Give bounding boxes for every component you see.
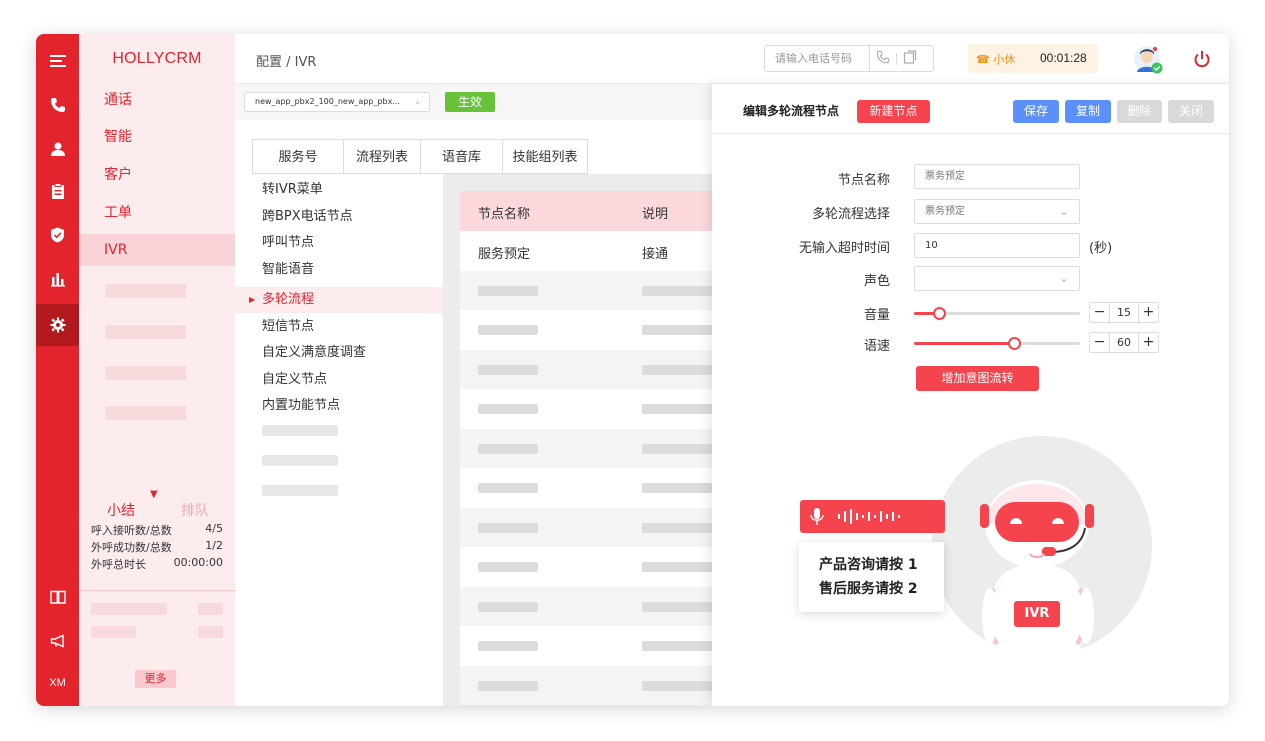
column-header: 节点名称 (478, 207, 531, 222)
voice-message-bubble (800, 500, 945, 533)
menu-icon[interactable] (36, 42, 79, 80)
placeholder-bar (198, 626, 223, 638)
sidebar-item-call[interactable]: 通话 (79, 84, 235, 116)
tree-item[interactable]: 智能语音 (235, 257, 443, 283)
brand-logo: HOLLYCRM (112, 50, 202, 67)
prompt-line: 产品咨询请按 1 (819, 557, 918, 573)
ivr-prompt-bubble: 产品咨询请按 1 售后服务请按 2 (799, 542, 944, 612)
placeholder-bar (105, 325, 186, 339)
sidebar: HOLLYCRM 通话 智能 客户 工单 IVR 小结 ▼ 排队 呼入接听数/总… (79, 34, 235, 706)
megaphone-icon[interactable] (36, 622, 79, 660)
top-header: 配置 / IVR ☎ 小休 00:01:28 (235, 34, 1229, 84)
gear-icon[interactable] (36, 304, 79, 346)
placeholder-bar (91, 626, 136, 638)
bar-chart-icon[interactable] (36, 260, 79, 298)
node-table: 节点名称 说明 服务预定 接通 (460, 191, 712, 705)
tree-item[interactable]: 自定义满意度调查 (235, 340, 443, 366)
placeholder-bar (262, 425, 338, 436)
table-cell: 服务预定 (478, 247, 531, 262)
ivr-badge: IVR (1024, 606, 1050, 621)
phone-number-input[interactable] (765, 52, 869, 65)
clipboard-icon[interactable] (36, 172, 79, 210)
user-initials[interactable]: XM (36, 664, 79, 702)
prompt-line: 售后服务请按 2 (819, 581, 918, 597)
stats-row: 外呼总时长 00:00:00 (91, 556, 223, 571)
phone-dial-box (764, 45, 934, 72)
tab-queue[interactable]: 排队 (181, 500, 209, 520)
chevron-down-icon: ⌄ (414, 97, 421, 106)
table-row-placeholder (460, 310, 712, 350)
transfer-icon[interactable] (903, 49, 917, 68)
app-window: XM HOLLYCRM 通话 智能 客户 工单 IVR 小结 ▼ 排队 呼入接听… (36, 34, 1229, 706)
placeholder-bar (105, 366, 186, 380)
ivr-robot-illustration (932, 436, 1152, 666)
config-tabs: 服务号 流程列表 语音库 技能组列表 (252, 139, 588, 174)
avatar[interactable] (1133, 45, 1163, 75)
tab-flow-list[interactable]: 流程列表 (344, 139, 421, 174)
stats-row: 呼入接听数/总数 4/5 (91, 522, 223, 537)
power-icon[interactable] (1193, 50, 1211, 72)
table-row-placeholder (460, 547, 712, 587)
table-row-placeholder (460, 270, 712, 310)
table-header: 节点名称 说明 (460, 191, 712, 231)
table-row-placeholder (460, 507, 712, 547)
table-row-placeholder (460, 389, 712, 429)
placeholder-bar (105, 284, 186, 298)
tree-item[interactable]: 短信节点 (235, 314, 443, 340)
table-row-placeholder (460, 626, 712, 666)
placeholder-bar (198, 603, 223, 615)
config-toolbar: new_app_pbx2_100_new_app_pbx... ⌄ 生效 (235, 84, 712, 120)
caret-right-icon: ▶ (249, 295, 256, 304)
table-row-placeholder (460, 665, 712, 705)
tab-summary[interactable]: 小结 (107, 500, 135, 520)
more-button[interactable]: 更多 (135, 670, 176, 688)
breadcrumb: 配置 / IVR (256, 55, 317, 70)
phone-icon[interactable] (36, 86, 79, 124)
book-icon[interactable] (36, 578, 79, 616)
tree-item[interactable]: 转IVR菜单 (235, 177, 443, 203)
sidebar-item-ticket[interactable]: 工单 (79, 197, 235, 229)
placeholder-bar (262, 455, 338, 466)
tab-voice-library[interactable]: 语音库 (421, 139, 503, 174)
stats-row: 外呼成功数/总数 1/2 (91, 539, 223, 554)
node-table-area: 节点名称 说明 服务预定 接通 (443, 174, 712, 706)
tab-service-number[interactable]: 服务号 (252, 139, 344, 174)
status-label: ☎ 小休 (976, 53, 1016, 66)
call-timer: 00:01:28 (1040, 51, 1087, 65)
tree-item[interactable]: 内置功能节点 (235, 393, 443, 419)
apply-button[interactable]: 生效 (445, 92, 495, 112)
tree-item[interactable]: 呼叫节点 (235, 230, 443, 256)
sidebar-item-smart[interactable]: 智能 (79, 121, 235, 153)
sidebar-item-ivr[interactable]: IVR (79, 234, 235, 266)
agent-status[interactable]: ☎ 小休 00:01:28 (968, 44, 1098, 73)
icon-rail: XM (36, 34, 79, 706)
tree-item[interactable]: 跨BPX电话节点 (235, 204, 443, 230)
edit-node-panel: 编辑多轮流程节点 新建节点 保存 复制 删除 关闭 节点名称 票务预定 多轮流程… (712, 84, 1229, 706)
sidebar-item-customer[interactable]: 客户 (79, 159, 235, 191)
table-row-placeholder (460, 349, 712, 389)
filter-icon[interactable]: ▼ (150, 489, 158, 500)
dial-phone-icon[interactable] (876, 50, 890, 68)
tab-skill-group-list[interactable]: 技能组列表 (503, 139, 588, 174)
divider (79, 590, 235, 591)
placeholder-bar (91, 603, 167, 615)
table-row-placeholder (460, 468, 712, 508)
node-type-tree: 转IVR菜单 跨BPX电话节点 呼叫节点 智能语音 ▶ 多轮流程 短信节点 自定义… (235, 174, 443, 706)
column-header: 说明 (642, 207, 669, 222)
app-select[interactable]: new_app_pbx2_100_new_app_pbx... ⌄ (244, 92, 430, 112)
user-icon[interactable] (36, 130, 79, 168)
table-row[interactable]: 服务预定 接通 (460, 231, 712, 271)
table-cell: 接通 (642, 247, 669, 262)
table-row-placeholder (460, 428, 712, 468)
tree-item-active[interactable]: ▶ 多轮流程 (235, 287, 443, 313)
placeholder-bar (262, 485, 338, 496)
shield-icon[interactable] (36, 216, 79, 254)
stats-panel: 小结 ▼ 排队 呼入接听数/总数 4/5 外呼成功数/总数 1/2 外呼总时长 00:… (79, 489, 235, 573)
placeholder-bar (105, 406, 186, 420)
table-row-placeholder (460, 586, 712, 626)
tree-item[interactable]: 自定义节点 (235, 367, 443, 393)
